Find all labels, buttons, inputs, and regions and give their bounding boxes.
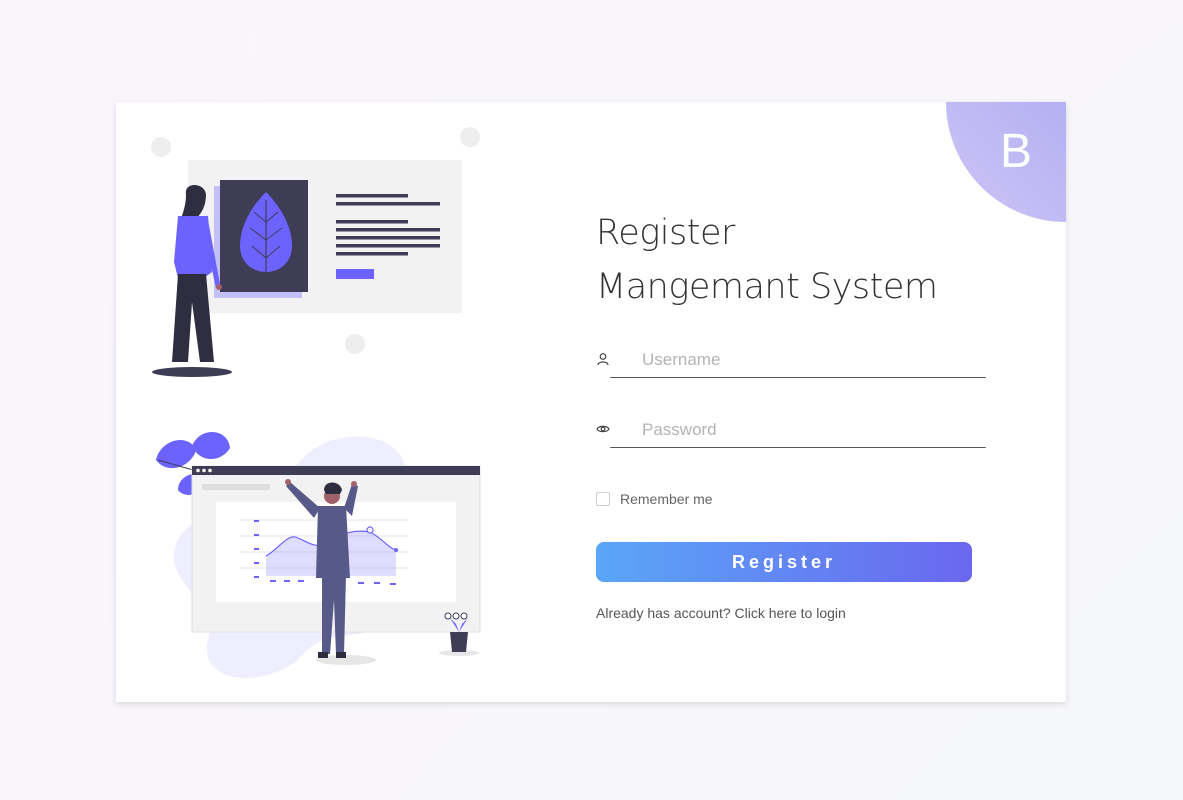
page-title: Register Mangemant System — [596, 206, 938, 314]
login-link[interactable]: Already has account? Click here to login — [596, 605, 846, 621]
username-input[interactable] — [640, 346, 974, 374]
presentation-illustration — [151, 127, 480, 377]
password-underline — [610, 447, 986, 448]
corner-logo-letter: B — [1000, 125, 1033, 178]
title-line-2: Mangemant System — [596, 267, 938, 307]
register-button[interactable]: Register — [596, 542, 972, 582]
username-field — [596, 344, 986, 378]
user-icon — [597, 353, 609, 366]
remember-me-label: Remember me — [620, 491, 713, 507]
analytics-illustration — [156, 431, 481, 679]
register-card: B Register Mangemant System Remember me … — [116, 102, 1066, 702]
eye-icon[interactable] — [596, 422, 610, 436]
password-input[interactable] — [640, 416, 974, 444]
remember-me[interactable]: Remember me — [596, 490, 713, 508]
remember-me-checkbox[interactable] — [596, 492, 610, 506]
title-line-1: Register — [596, 213, 735, 253]
username-underline — [610, 377, 986, 378]
password-field — [596, 414, 986, 448]
